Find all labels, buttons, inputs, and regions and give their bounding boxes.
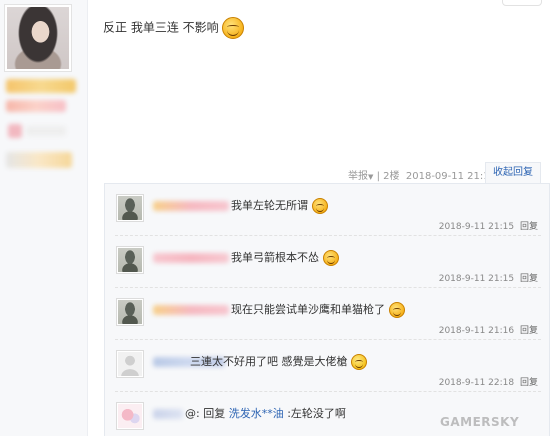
reply-avatar[interactable] bbox=[116, 194, 144, 222]
reply-button[interactable]: 回复 bbox=[520, 222, 538, 232]
top-toolbar-edge bbox=[502, 0, 542, 6]
reply-meta: 2018-9-11 22:18 回复 bbox=[439, 375, 538, 388]
reply-time: 2018-9-11 22:18 bbox=[438, 378, 515, 388]
reply-time: 2018-9-11 21:15 bbox=[438, 222, 515, 232]
reply-text: 现在只能尝试单沙鹰和单猫枪了 bbox=[231, 303, 385, 316]
grin-emoticon-icon bbox=[322, 250, 339, 266]
reply-text: 三連太不好用了吧 感覺是大佬槍 bbox=[190, 355, 348, 368]
sweat-emoticon-icon bbox=[351, 354, 367, 370]
user-badge-blurred bbox=[8, 124, 22, 138]
post-body: 反正 我单三连 不影响 bbox=[103, 17, 245, 39]
reply-username-blurred[interactable] bbox=[153, 201, 229, 211]
reply-time: 2018-9-11 21:15 bbox=[438, 274, 515, 284]
reply-button[interactable]: 回复 bbox=[520, 274, 538, 284]
username-blurred[interactable] bbox=[6, 79, 76, 93]
grin-emoticon-icon bbox=[311, 198, 328, 214]
meta-separator: | bbox=[376, 171, 380, 182]
reply-username-blurred[interactable] bbox=[153, 253, 229, 263]
user-avatar[interactable] bbox=[4, 4, 72, 72]
post-meta: 举报▼ | 2楼 2018-09-11 21:10 bbox=[348, 167, 496, 182]
at-symbol: @ bbox=[185, 407, 196, 420]
reply-body: 我单弓箭根本不怂 bbox=[231, 249, 339, 266]
reply-avatar[interactable] bbox=[116, 350, 144, 378]
report-link[interactable]: 举报▼ bbox=[348, 171, 373, 182]
reply-button[interactable]: 回复 bbox=[520, 326, 538, 336]
grin-emoticon-icon bbox=[222, 17, 245, 39]
reply-item: 三連太不好用了吧 感覺是大佬槍 2018-9-11 22:18 回复 bbox=[115, 340, 541, 392]
reply-item: 我单左轮无所谓 2018-9-11 21:15 回复 bbox=[115, 184, 541, 236]
reply-item: @: 回复 洗发水**油 :左轮没了啊 bbox=[115, 392, 541, 436]
post-text: 反正 我单三连 不影响 bbox=[103, 20, 219, 35]
watermark-logo: GAMERSKY bbox=[440, 415, 520, 429]
chevron-down-icon: ▼ bbox=[368, 173, 374, 181]
reply-body: @: 回复 洗发水**油 :左轮没了啊 bbox=[185, 405, 346, 421]
reply-time: 2018-9-11 21:16 bbox=[438, 326, 515, 336]
reply-body: 三連太不好用了吧 感覺是大佬槍 bbox=[190, 353, 367, 370]
reply-text: 我单弓箭根本不怂 bbox=[231, 251, 319, 264]
reply-username-blurred[interactable] bbox=[153, 305, 229, 315]
reply-item: 现在只能尝试单沙鹰和单猫枪了 2018-9-11 21:16 回复 bbox=[115, 288, 541, 340]
reply-avatar[interactable] bbox=[116, 246, 144, 274]
user-badge-2-blurred bbox=[26, 126, 66, 136]
user-stats-blurred bbox=[6, 152, 72, 168]
reply-item: 我单弓箭根本不怂 2018-9-11 21:15 回复 bbox=[115, 236, 541, 288]
reply-body: 我单左轮无所谓 bbox=[231, 197, 328, 214]
reply-text: 我单左轮无所谓 bbox=[231, 199, 308, 212]
grin-emoticon-icon bbox=[388, 302, 405, 318]
reply-button[interactable]: 回复 bbox=[520, 378, 538, 388]
reply-text: :左轮没了啊 bbox=[283, 407, 346, 420]
reply-prefix: : 回复 bbox=[196, 407, 226, 420]
reply-meta: 2018-9-11 21:16 回复 bbox=[439, 323, 538, 336]
user-level-blurred bbox=[6, 100, 66, 112]
author-sidebar bbox=[0, 0, 88, 436]
mention-link[interactable]: 洗发水**油 bbox=[229, 407, 284, 420]
reply-avatar[interactable] bbox=[116, 298, 144, 326]
post-content: 反正 我单三连 不影响 举报▼ | 2楼 2018-09-11 21:10 收起… bbox=[88, 0, 550, 436]
reply-avatar[interactable] bbox=[116, 402, 144, 430]
avatar-image bbox=[7, 7, 69, 69]
collapse-replies-button[interactable]: 收起回复 bbox=[485, 162, 541, 184]
reply-body: 现在只能尝试单沙鹰和单猫枪了 bbox=[231, 301, 405, 318]
floor-number: 2楼 bbox=[383, 171, 400, 182]
reply-meta: 2018-9-11 21:15 回复 bbox=[439, 219, 538, 232]
reply-panel: 我单左轮无所谓 2018-9-11 21:15 回复 我单弓箭根本不怂 2018… bbox=[104, 183, 550, 436]
reply-meta: 2018-9-11 21:15 回复 bbox=[439, 271, 538, 284]
reply-username-blurred[interactable] bbox=[153, 409, 183, 419]
post-timestamp: 2018-09-11 21:10 bbox=[405, 171, 496, 182]
